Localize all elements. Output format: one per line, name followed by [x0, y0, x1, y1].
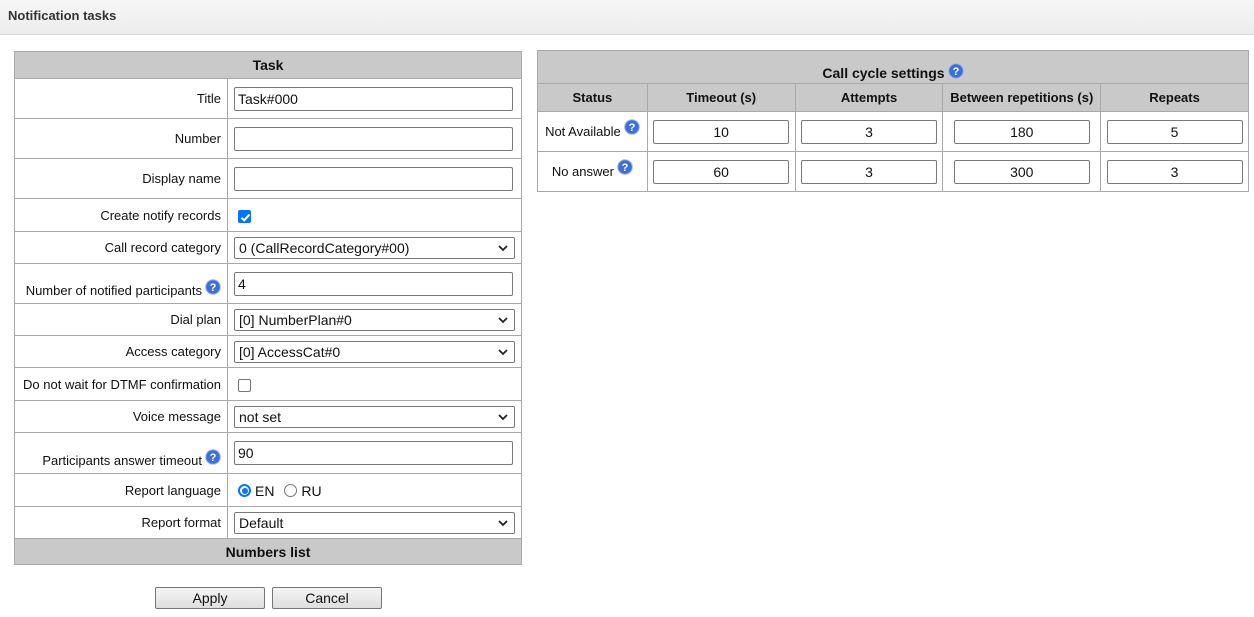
status-cell: No answer? [537, 151, 648, 192]
report-format-value: Default [239, 514, 284, 531]
create-notify-checkbox[interactable] [238, 209, 251, 223]
task-header: Task [14, 51, 522, 79]
row-report-format: Report format Default [14, 506, 522, 539]
col-timeout: Timeout (s) [646, 83, 796, 112]
display-name-input[interactable] [234, 166, 513, 191]
access-category-value: [0] AccessCat#0 [239, 343, 341, 360]
chevron-down-icon [498, 413, 508, 420]
voice-message-select[interactable]: not set [234, 405, 515, 428]
create-notify-label: Create notify records [14, 198, 228, 232]
no-dtmf-label: Do not wait for DTMF confirmation [14, 367, 228, 401]
col-status: Status [537, 83, 648, 112]
call-cycle-title: Call cycle settings [822, 65, 945, 81]
repeats-input[interactable] [1106, 119, 1243, 144]
voice-message-label: Voice message [14, 400, 228, 433]
col-between-repetitions: Between repetitions (s) [942, 83, 1102, 112]
notified-participants-input[interactable] [234, 271, 513, 296]
row-create-notify: Create notify records [14, 198, 522, 232]
apply-button[interactable]: Apply [155, 587, 265, 609]
attempts-input[interactable] [801, 159, 938, 184]
table-row: No answer? [537, 151, 1249, 192]
call-record-category-value: 0 (CallRecordCategory#00) [239, 239, 410, 256]
report-format-select[interactable]: Default [234, 511, 515, 534]
title-label: Title [14, 78, 228, 119]
access-category-select[interactable]: [0] AccessCat#0 [234, 340, 515, 363]
number-input[interactable] [234, 126, 513, 151]
check-icon [240, 213, 251, 222]
row-dial-plan: Dial plan [0] NumberPlan#0 [14, 303, 522, 336]
row-title: Title [14, 78, 522, 119]
svg-text:?: ? [210, 452, 217, 464]
report-format-label: Report format [14, 506, 228, 539]
col-repeats: Repeats [1100, 83, 1249, 112]
task-table: Task Title Number Display name Create no… [14, 51, 522, 565]
row-report-language: Report language EN RU [14, 473, 522, 507]
col-attempts: Attempts [794, 83, 944, 112]
timeout-input[interactable] [653, 119, 790, 144]
table-row: Not Available? [537, 111, 1249, 152]
help-icon[interactable]: ? [205, 279, 221, 295]
report-language-label: Report language [14, 473, 228, 507]
row-no-dtmf: Do not wait for DTMF confirmation [14, 367, 522, 401]
answer-timeout-label: Participants answer timeout [42, 453, 202, 468]
call-cycle-header: Call cycle settings? [537, 50, 1249, 84]
cancel-button[interactable]: Cancel [272, 587, 382, 609]
no-dtmf-checkbox[interactable] [238, 378, 251, 392]
help-icon[interactable]: ? [947, 63, 964, 79]
timeout-input[interactable] [653, 159, 790, 184]
between-repetitions-input[interactable] [953, 159, 1090, 184]
call-record-category-label: Call record category [14, 231, 228, 264]
page-header: Notification tasks [0, 0, 1254, 35]
notified-participants-label: Number of notified participants [25, 283, 202, 298]
dial-plan-label: Dial plan [14, 303, 228, 336]
row-access-category: Access category [0] AccessCat#0 [14, 335, 522, 368]
dial-plan-value: [0] NumberPlan#0 [239, 311, 352, 328]
chevron-down-icon [498, 316, 508, 323]
chevron-down-icon [498, 348, 508, 355]
attempts-input[interactable] [801, 119, 938, 144]
page-title: Notification tasks [8, 8, 117, 23]
status-label: Not Available [545, 123, 621, 139]
row-answer-timeout: Participants answer timeout? [14, 432, 522, 474]
status-cell: Not Available? [537, 111, 648, 152]
row-call-record-category: Call record category 0 (CallRecordCatego… [14, 231, 522, 264]
answer-timeout-input[interactable] [234, 441, 513, 465]
report-language-en-label: EN [255, 482, 275, 499]
svg-text:?: ? [210, 282, 217, 294]
help-icon[interactable]: ? [623, 118, 640, 135]
repeats-input[interactable] [1106, 159, 1243, 184]
call-cycle-table: Call cycle settings? Status Timeout (s) … [537, 50, 1249, 192]
report-language-ru-label: RU [301, 482, 322, 499]
numbers-list-header[interactable]: Numbers list [14, 538, 522, 565]
chevron-down-icon [498, 519, 508, 526]
row-number: Number [14, 118, 522, 159]
call-record-category-select[interactable]: 0 (CallRecordCategory#00) [234, 236, 515, 259]
row-display-name: Display name [14, 158, 522, 199]
svg-text:?: ? [952, 66, 959, 78]
title-input[interactable] [234, 86, 513, 111]
chevron-down-icon [498, 244, 508, 251]
svg-text:?: ? [622, 162, 629, 174]
between-repetitions-input[interactable] [953, 119, 1090, 144]
display-name-label: Display name [14, 158, 228, 199]
row-voice-message: Voice message not set [14, 400, 522, 433]
notified-participants-label-cell: Number of notified participants? [14, 263, 228, 304]
report-language-ru-radio[interactable] [284, 484, 298, 498]
number-label: Number [14, 118, 228, 159]
svg-text:?: ? [628, 122, 635, 134]
access-category-label: Access category [14, 335, 228, 368]
status-label: No answer [551, 163, 614, 179]
help-icon[interactable]: ? [617, 158, 633, 175]
answer-timeout-label-cell: Participants answer timeout? [14, 432, 228, 474]
voice-message-value: not set [239, 408, 282, 425]
report-language-en-radio[interactable] [238, 484, 251, 498]
help-icon[interactable]: ? [205, 449, 221, 465]
dial-plan-select[interactable]: [0] NumberPlan#0 [234, 308, 515, 331]
row-notified-participants: Number of notified participants? [14, 263, 522, 304]
